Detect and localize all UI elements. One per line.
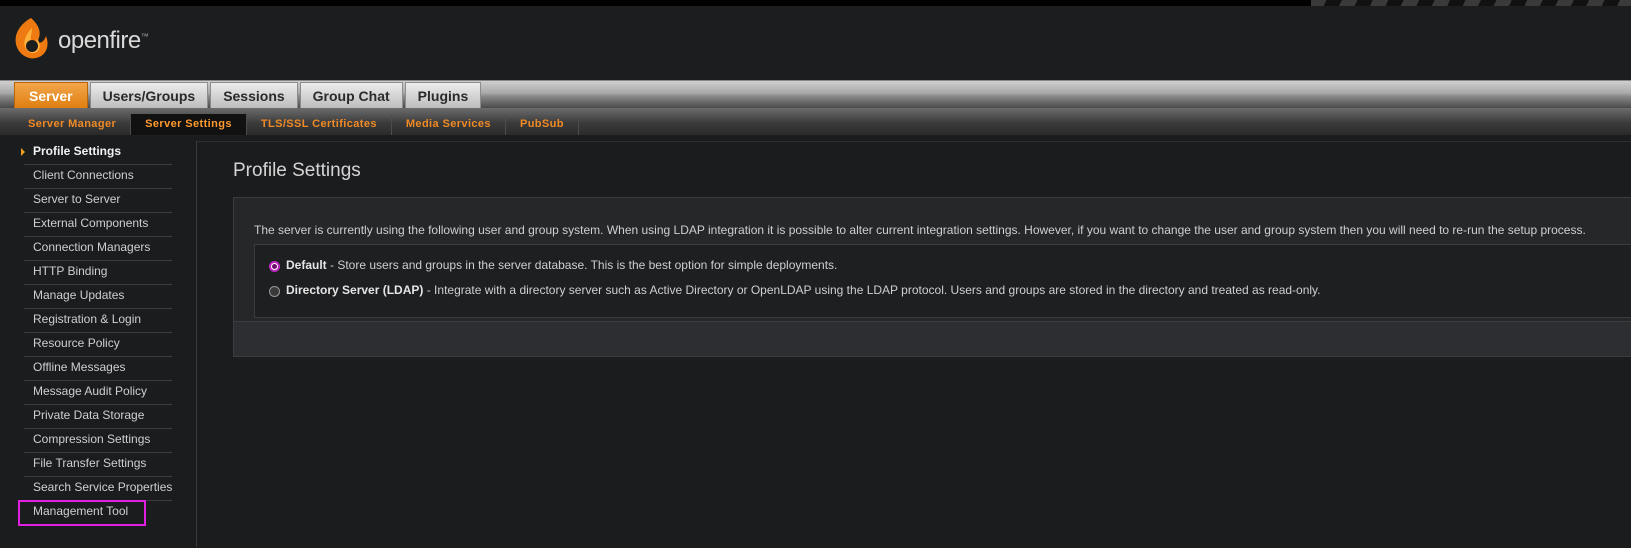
user-system-options: Default - Store users and groups in the …: [254, 244, 1631, 318]
header-decoration: [1311, 0, 1631, 6]
option-default[interactable]: Default - Store users and groups in the …: [269, 258, 837, 272]
sidebar: Profile Settings Client Connections Serv…: [0, 141, 197, 547]
tab-group-chat[interactable]: Group Chat: [299, 82, 403, 108]
sidebar-item-profile-settings[interactable]: Profile Settings: [21, 141, 172, 165]
radio-ldap[interactable]: [269, 286, 280, 297]
option-ldap-label: Directory Server (LDAP): [286, 283, 424, 297]
sidebar-item-external-components[interactable]: External Components: [24, 213, 172, 237]
settings-box: The server is currently using the follow…: [233, 197, 1631, 357]
sidebar-item-message-audit-policy[interactable]: Message Audit Policy: [24, 381, 172, 405]
subtab-media-services[interactable]: Media Services: [392, 114, 506, 135]
sidebar-item-server-to-server[interactable]: Server to Server: [24, 189, 172, 213]
sub-tabs: Server Manager Server Settings TLS/SSL C…: [0, 108, 1631, 135]
logo-text: openfire™: [58, 27, 149, 54]
page-title: Profile Settings: [233, 160, 361, 181]
subtab-pubsub[interactable]: PubSub: [506, 114, 579, 135]
tab-sessions[interactable]: Sessions: [210, 82, 298, 108]
radio-default[interactable]: [269, 261, 280, 272]
sidebar-item-connection-managers[interactable]: Connection Managers: [24, 237, 172, 261]
main-content: Profile Settings The server is currently…: [197, 141, 1631, 548]
sidebar-item-http-binding[interactable]: HTTP Binding: [24, 261, 172, 285]
option-default-text: - Store users and groups in the server d…: [326, 258, 838, 272]
sidebar-item-registration-login[interactable]: Registration & Login: [24, 309, 172, 333]
arrow-right-icon: [21, 148, 25, 156]
openfire-logo[interactable]: openfire™: [10, 14, 149, 62]
tab-plugins[interactable]: Plugins: [404, 82, 482, 108]
sidebar-item-offline-messages[interactable]: Offline Messages: [24, 357, 172, 381]
sidebar-item-compression-settings[interactable]: Compression Settings: [24, 429, 172, 453]
option-ldap-text: - Integrate with a directory server such…: [423, 283, 1321, 297]
flame-icon: [15, 18, 48, 59]
tab-users-groups[interactable]: Users/Groups: [89, 82, 209, 108]
header: openfire™: [0, 0, 1631, 80]
subtab-server-settings[interactable]: Server Settings: [131, 114, 247, 135]
sidebar-item-management-tool[interactable]: Management Tool: [18, 500, 146, 526]
main-tabs: Server Users/Groups Sessions Group Chat …: [0, 80, 1631, 108]
sidebar-item-search-service-properties[interactable]: Search Service Properties: [24, 477, 172, 501]
sidebar-item-resource-policy[interactable]: Resource Policy: [24, 333, 172, 357]
tab-server[interactable]: Server: [14, 82, 88, 108]
sidebar-item-manage-updates[interactable]: Manage Updates: [24, 285, 172, 309]
subtab-server-manager[interactable]: Server Manager: [14, 114, 132, 135]
sidebar-item-private-data-storage[interactable]: Private Data Storage: [24, 405, 172, 429]
option-ldap[interactable]: Directory Server (LDAP) - Integrate with…: [269, 283, 1321, 297]
settings-box-footer: [234, 321, 1631, 356]
subtab-tls-ssl-certificates[interactable]: TLS/SSL Certificates: [247, 114, 392, 135]
option-default-label: Default: [286, 258, 327, 272]
sidebar-item-file-transfer-settings[interactable]: File Transfer Settings: [24, 453, 172, 477]
sidebar-item-client-connections[interactable]: Client Connections: [24, 165, 172, 189]
settings-description: The server is currently using the follow…: [254, 223, 1586, 237]
